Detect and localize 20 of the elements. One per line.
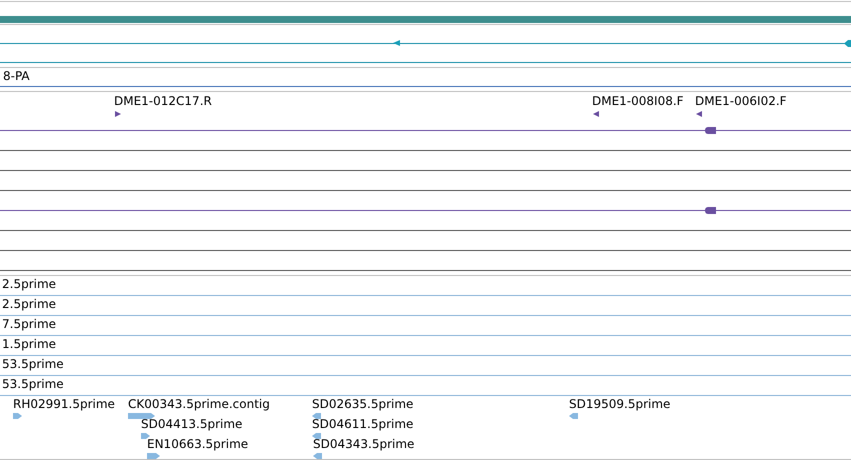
est-label: 7.5prime — [2, 318, 56, 330]
left-arrow-icon — [393, 40, 400, 46]
est-label: RH02991.5prime — [13, 398, 115, 410]
est-label: SD04343.5prime — [313, 438, 414, 450]
transcript-label: 8-PA — [3, 70, 30, 82]
est-label: 53.5prime — [2, 358, 64, 370]
clone-label: DME1-012C17.R — [114, 95, 212, 107]
est-label: 2.5prime — [2, 298, 56, 310]
est-label: EN10663.5prime — [147, 438, 248, 450]
est-label: 53.5prime — [2, 378, 64, 390]
est-label: 1.5prime — [2, 338, 56, 350]
clone-label: DME1-008I08.F — [592, 95, 684, 107]
est-label: CK00343.5prime.contig — [128, 398, 270, 410]
est-label: SD04611.5prime — [312, 418, 414, 430]
est-label: 2.5prime — [2, 278, 56, 290]
clone-label: DME1-006I02.F — [695, 95, 787, 107]
est-label: SD02635.5prime — [312, 398, 414, 410]
est-label: SD19509.5prime — [569, 398, 670, 410]
est-label: SD04413.5prime — [141, 418, 242, 430]
left-arrow-icon — [844, 40, 851, 47]
